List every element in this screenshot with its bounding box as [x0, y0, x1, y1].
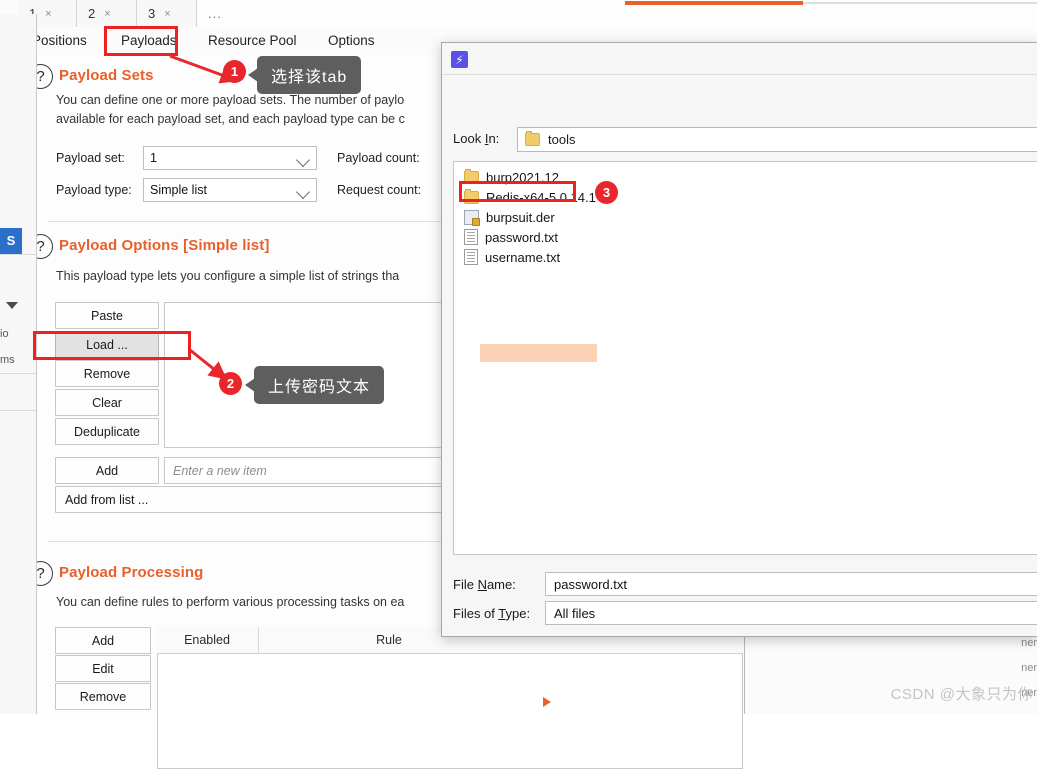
selection-highlight — [480, 344, 597, 362]
file-name: burpsuit.der — [486, 209, 555, 225]
tab-resource-pool[interactable]: Resource Pool — [196, 27, 309, 55]
file-name-mnemonic: N — [477, 577, 487, 592]
payload-set-label: Payload set: — [56, 151, 125, 165]
payload-type-value: Simple list — [150, 183, 207, 197]
file-name: password.txt — [485, 229, 558, 245]
payload-processing-title: Payload Processing — [59, 564, 204, 581]
folder-icon — [525, 131, 540, 146]
burp-lightning-icon: ⚡ — [451, 51, 468, 68]
right-text-fragment: ner — [1021, 662, 1037, 674]
panel-divider — [744, 630, 745, 714]
files-of-type-label: Files of Type: — [453, 606, 531, 621]
add-button[interactable]: Add — [55, 457, 159, 484]
request-tab-3[interactable]: 3 × — [137, 0, 197, 27]
text-file-icon — [464, 229, 478, 245]
divider — [0, 254, 36, 255]
look-in-select[interactable]: tools — [517, 127, 1037, 152]
chevron-down-icon — [295, 152, 311, 168]
divider — [0, 410, 36, 411]
file-list[interactable]: burp2021.12 Redis-x64-5.0.14.1 burpsuit.… — [453, 161, 1037, 555]
look-in-value: tools — [548, 132, 576, 147]
paste-button[interactable]: Paste — [55, 302, 159, 329]
annotation-badge-1: 1 — [223, 60, 246, 83]
request-count-label: Request count: — [337, 183, 422, 197]
left-fragment-1: io — [0, 328, 9, 340]
request-tab-label: 3 — [148, 6, 156, 21]
file-name: username.txt — [485, 249, 561, 265]
request-tab-bar: 1 × 2 × 3 × ... — [18, 0, 1037, 28]
file-name-value: password.txt — [554, 576, 627, 592]
look-in-mnemonic: I — [484, 131, 489, 146]
right-text-fragment: ner — [1021, 637, 1037, 649]
list-item[interactable]: burpsuit.der — [460, 207, 1037, 227]
annotation-box-load-button — [33, 331, 191, 360]
scanner-button[interactable]: S — [0, 228, 22, 254]
processing-edit-button[interactable]: Edit — [55, 655, 151, 682]
request-tab-label: ... — [208, 6, 222, 21]
chevron-down-icon — [295, 184, 311, 200]
list-item[interactable]: username.txt — [460, 247, 1037, 267]
left-edge-strip: S io ms — [0, 14, 37, 714]
new-item-placeholder: Enter a new item — [173, 463, 267, 478]
screenshot-root: 1 × 2 × 3 × ... Positions Payloads Resou… — [0, 0, 1037, 769]
files-of-type-select[interactable]: All files — [545, 601, 1037, 625]
divider — [442, 74, 1037, 75]
progress-bar-track — [803, 2, 1037, 4]
expand-triangle-icon[interactable] — [543, 697, 551, 707]
watermark: CSDN @大象只为你 — [890, 686, 1033, 703]
payload-count-label: Payload count: — [337, 151, 420, 165]
payload-options-title: Payload Options [Simple list] — [59, 237, 270, 254]
annotation-box-password-file — [459, 181, 576, 202]
file-name-input[interactable]: password.txt — [545, 572, 1037, 596]
file-name-label: File Name: — [453, 577, 516, 592]
payload-type-label: Payload type: — [56, 183, 132, 197]
payload-type-select[interactable]: Simple list — [143, 178, 317, 202]
certificate-icon — [464, 209, 480, 226]
payload-set-select[interactable]: 1 — [143, 146, 317, 170]
text-file-icon — [464, 249, 478, 265]
dialog-title-bar: ⚡ — [442, 43, 1037, 74]
annotation-badge-2: 2 — [219, 372, 242, 395]
close-icon[interactable]: × — [104, 8, 110, 20]
look-in-label: Look In: — [453, 131, 500, 146]
tab-options[interactable]: Options — [316, 27, 387, 55]
close-icon[interactable]: × — [164, 8, 170, 20]
request-tab-label: 2 — [88, 6, 96, 21]
payload-options-description: This payload type lets you configure a s… — [56, 269, 400, 283]
left-fragment-2: ms — [0, 354, 15, 366]
remove-button[interactable]: Remove — [55, 360, 159, 387]
request-tab-2[interactable]: 2 × — [77, 0, 137, 27]
chevron-down-icon[interactable] — [6, 302, 18, 309]
close-icon[interactable]: × — [45, 8, 51, 20]
files-of-type-value: All files — [554, 605, 596, 621]
divider — [0, 373, 36, 374]
deduplicate-button[interactable]: Deduplicate — [55, 418, 159, 445]
annotation-box-payloads-tab — [104, 26, 178, 56]
column-header-enabled[interactable]: Enabled — [157, 627, 257, 653]
clear-button[interactable]: Clear — [55, 389, 159, 416]
annotation-callout-1: 选择该tab — [247, 56, 362, 94]
list-item-selected[interactable]: password.txt — [460, 227, 1037, 247]
request-tab-overflow[interactable]: ... — [197, 0, 243, 27]
annotation-callout-2: 上传密码文本 — [244, 366, 385, 404]
payload-processing-description: You can define rules to perform various … — [56, 595, 405, 609]
file-chooser-dialog: ⚡ Look In: tools burp2021.12 Redis-x64-5… — [441, 42, 1037, 637]
payload-sets-description-line2: available for each payload set, and each… — [56, 112, 405, 126]
payload-set-value: 1 — [150, 151, 157, 165]
processing-remove-button[interactable]: Remove — [55, 683, 151, 710]
files-of-type-mnemonic: T — [498, 606, 506, 621]
progress-bar — [625, 1, 803, 5]
annotation-badge-3: 3 — [595, 181, 618, 204]
processing-add-button[interactable]: Add — [55, 627, 151, 654]
payload-sets-title: Payload Sets — [59, 67, 154, 84]
